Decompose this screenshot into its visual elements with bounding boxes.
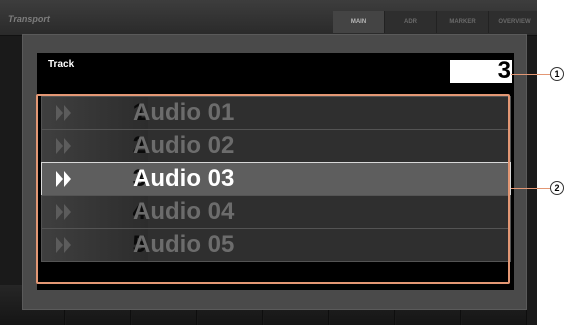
track-row[interactable]: 4 Audio 04 [41,195,511,229]
track-row[interactable]: 5 Audio 05 [41,228,511,262]
tab-bar: MAIN ADR MARKER OVERVIEW [333,11,537,33]
chevron-right-icon [56,138,71,154]
track-dialog: Track 3 1 Audio 01 2 Audio 02 3 Audio 03… [22,34,527,310]
track-number-value: 3 [497,57,511,84]
track-row[interactable]: 2 Audio 02 [41,129,511,163]
tab-marker[interactable]: MARKER [437,11,489,33]
track-row-selected[interactable]: 3 Audio 03 [41,162,511,196]
tab-adr[interactable]: ADR [385,11,437,33]
tab-overview[interactable]: OVERVIEW [489,11,537,33]
chevron-right-icon [56,204,71,220]
chevron-right-icon [56,105,71,121]
callout-badge-1: 1 [550,67,564,81]
track-row-name: Audio 05 [133,231,235,258]
track-number-display: 3 [450,57,512,84]
callout-line [511,188,551,189]
track-row-name: Audio 04 [133,198,235,225]
track-row-name: Audio 03 [133,165,235,192]
top-bar: Transport MAIN ADR MARKER OVERVIEW [0,0,537,36]
app-title: Transport [8,14,50,24]
tab-main[interactable]: MAIN [333,11,385,33]
track-label: Track [48,59,75,70]
track-row-name: Audio 02 [133,132,235,159]
callout-line [511,74,551,75]
track-row-name: Audio 01 [133,99,235,126]
chevron-right-icon [56,171,71,187]
chevron-right-icon [56,237,71,253]
transport-screen: Transport MAIN ADR MARKER OVERVIEW Track… [0,0,537,325]
track-row[interactable]: 1 Audio 01 [41,96,511,130]
callout-badge-2: 2 [550,181,564,195]
